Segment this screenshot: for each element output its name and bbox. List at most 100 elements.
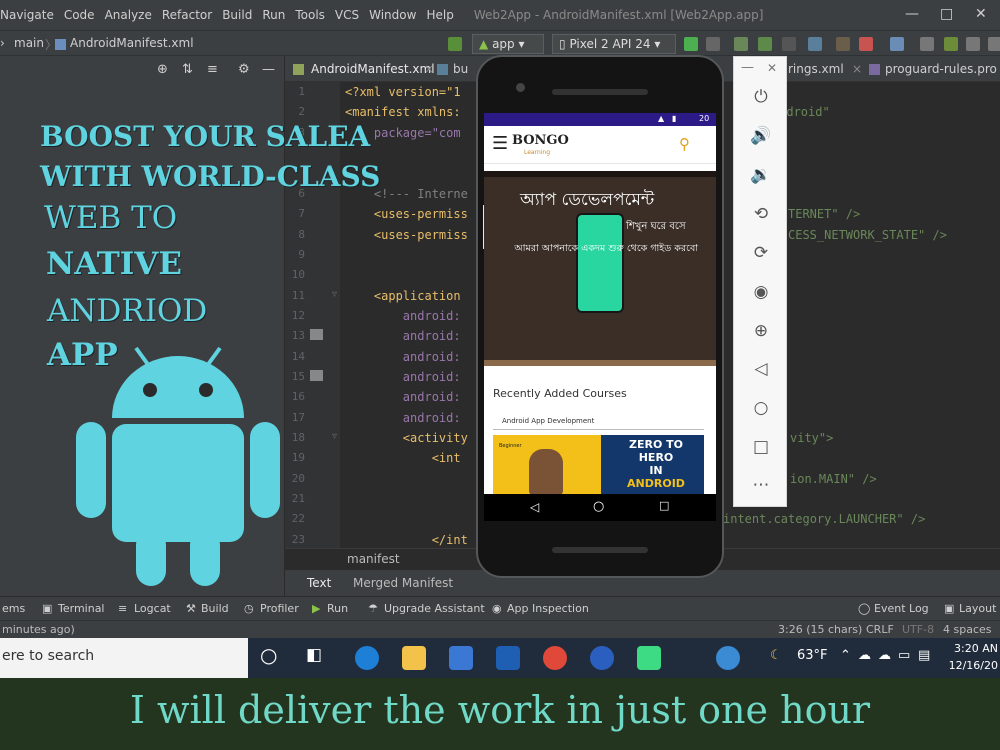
expand-all-icon[interactable]: ⇅ [182,62,193,77]
tool-logcat[interactable]: Logcat [134,602,171,615]
tab-close-icon[interactable]: × [424,62,434,76]
file-encoding[interactable]: UTF-8 [902,623,934,636]
locate-icon[interactable]: ⊕ [157,62,168,77]
device-select[interactable]: ▯ Pixel 2 API 24 ▾ [552,34,676,54]
avd-manager-icon[interactable] [920,37,934,51]
cortana-icon[interactable]: ○ [260,643,277,667]
run-config-select[interactable]: ▲ app ▾ [472,34,544,54]
menu-build[interactable]: Build [222,8,252,22]
recents-icon[interactable]: □ [659,499,669,512]
tab-strings[interactable]: rings.xml [788,62,844,76]
more-icon[interactable]: ⋯ [734,475,788,495]
layout-inspector-icon[interactable] [966,37,980,51]
tool-upgrade-assistant[interactable]: Upgrade Assistant [384,602,485,615]
search-icon[interactable]: ⚲ [679,135,690,153]
panel-minimize-icon[interactable]: — [741,60,754,75]
breadcrumb-main[interactable]: main [14,36,44,50]
tool-terminal[interactable]: Terminal [58,602,105,615]
tab-android-manifest[interactable]: AndroidManifest.xml [311,62,435,76]
tool-layout-inspector[interactable]: Layout Ir [959,602,1000,615]
profile-icon[interactable] [808,37,822,51]
mail-icon[interactable] [496,646,520,670]
network-icon[interactable]: ☁ [858,648,871,663]
clock[interactable]: 3:20 AN 12/16/20 [949,640,998,674]
android-studio-icon[interactable] [637,646,661,670]
tab-merged-manifest[interactable]: Merged Manifest [353,576,453,590]
collapse-all-icon[interactable]: ≡ [207,62,218,77]
line-separator[interactable]: CRLF [866,623,894,636]
tool-profiler[interactable]: Profiler [260,602,299,615]
hide-panel-icon[interactable]: — [262,62,275,77]
sdk-manager-icon[interactable] [944,37,958,51]
minimize-icon[interactable]: — [905,6,919,22]
cursor-position[interactable]: 3:26 (15 chars) [778,623,862,636]
back-icon[interactable]: ◁ [734,359,788,379]
menu-tools[interactable]: Tools [295,8,325,22]
cloud-icon[interactable]: ☁ [878,648,891,663]
hammer-icon[interactable] [448,37,462,51]
breadcrumb-file[interactable]: AndroidManifest.xml [70,36,194,50]
menu-vcs[interactable]: VCS [335,8,359,22]
debug-icon[interactable] [758,37,772,51]
camera-icon[interactable]: ◉ [734,282,788,302]
edge-icon[interactable] [355,646,379,670]
menu-help[interactable]: Help [426,8,453,22]
stop-icon[interactable] [859,37,873,51]
home-icon[interactable]: ○ [734,398,788,418]
menu-navigate[interactable]: Navigate [0,8,54,22]
zoom-icon[interactable]: ⊕ [734,321,788,341]
fold-icon[interactable]: ▿ [332,431,337,442]
course-label[interactable]: Android App Development [502,417,594,425]
close-icon[interactable]: ✕ [975,6,987,22]
tab-close-icon[interactable]: × [852,62,862,76]
rotate-right-icon[interactable]: ⟳ [734,243,788,263]
volume-down-icon[interactable]: 🔉 [734,165,788,185]
rotate-left-icon[interactable]: ⟲ [734,204,788,224]
search-everywhere-icon[interactable] [988,37,1000,51]
tab-text[interactable]: Text [307,576,331,590]
help-icon[interactable] [716,646,740,670]
display-icon[interactable]: ▤ [918,648,930,663]
tool-event-log[interactable]: Event Log [874,602,929,615]
indent-setting[interactable]: 4 spaces [943,623,992,636]
brand-logo[interactable]: BONGO [512,133,569,148]
menu-run[interactable]: Run [262,8,285,22]
menu-window[interactable]: Window [369,8,416,22]
app-icon[interactable] [590,646,614,670]
tab-proguard-rules[interactable]: proguard-rules.pro [885,62,997,76]
taskbar-search[interactable]: ere to search [0,638,248,678]
apply-changes-icon[interactable] [684,37,698,51]
panel-close-icon[interactable]: ✕ [767,61,777,75]
back-icon[interactable]: ◁ [530,500,539,514]
tab-build-gradle[interactable]: bu [453,62,468,76]
menu-analyze[interactable]: Analyze [105,8,152,22]
menu-code[interactable]: Code [64,8,95,22]
sync-icon[interactable] [890,37,904,51]
tool-problems[interactable]: ems [2,602,25,615]
tool-app-inspection[interactable]: App Inspection [507,602,589,615]
course-card[interactable]: Beginner ZERO TO HERO IN ANDROID [493,435,704,495]
home-icon[interactable]: ○ [593,499,604,514]
gear-icon[interactable]: ⚙ [238,62,250,77]
run-icon[interactable] [734,37,748,51]
breadcrumb-manifest[interactable]: manifest [347,552,400,566]
overview-icon[interactable]: □ [734,437,788,457]
tool-run[interactable]: Run [327,602,348,615]
coverage-icon[interactable] [836,37,850,51]
fold-icon[interactable]: ▿ [332,289,337,300]
apply-code-icon[interactable] [706,37,720,51]
task-view-icon[interactable]: ◧ [306,645,322,665]
chrome-icon[interactable] [543,646,567,670]
power-icon[interactable]: ⏻ [734,87,788,107]
attach-icon[interactable] [782,37,796,51]
maximize-icon[interactable]: □ [940,6,953,22]
file-explorer-icon[interactable] [402,646,426,670]
weather-temp[interactable]: 63°F [797,648,828,663]
battery-icon[interactable]: ▭ [898,648,910,663]
show-hidden-icon[interactable]: ⌃ [840,648,851,663]
hamburger-menu-icon[interactable]: ☰ [492,133,508,154]
tool-build[interactable]: Build [201,602,229,615]
menu-refactor[interactable]: Refactor [162,8,212,22]
volume-up-icon[interactable]: 🔊 [734,126,788,146]
store-icon[interactable] [449,646,473,670]
